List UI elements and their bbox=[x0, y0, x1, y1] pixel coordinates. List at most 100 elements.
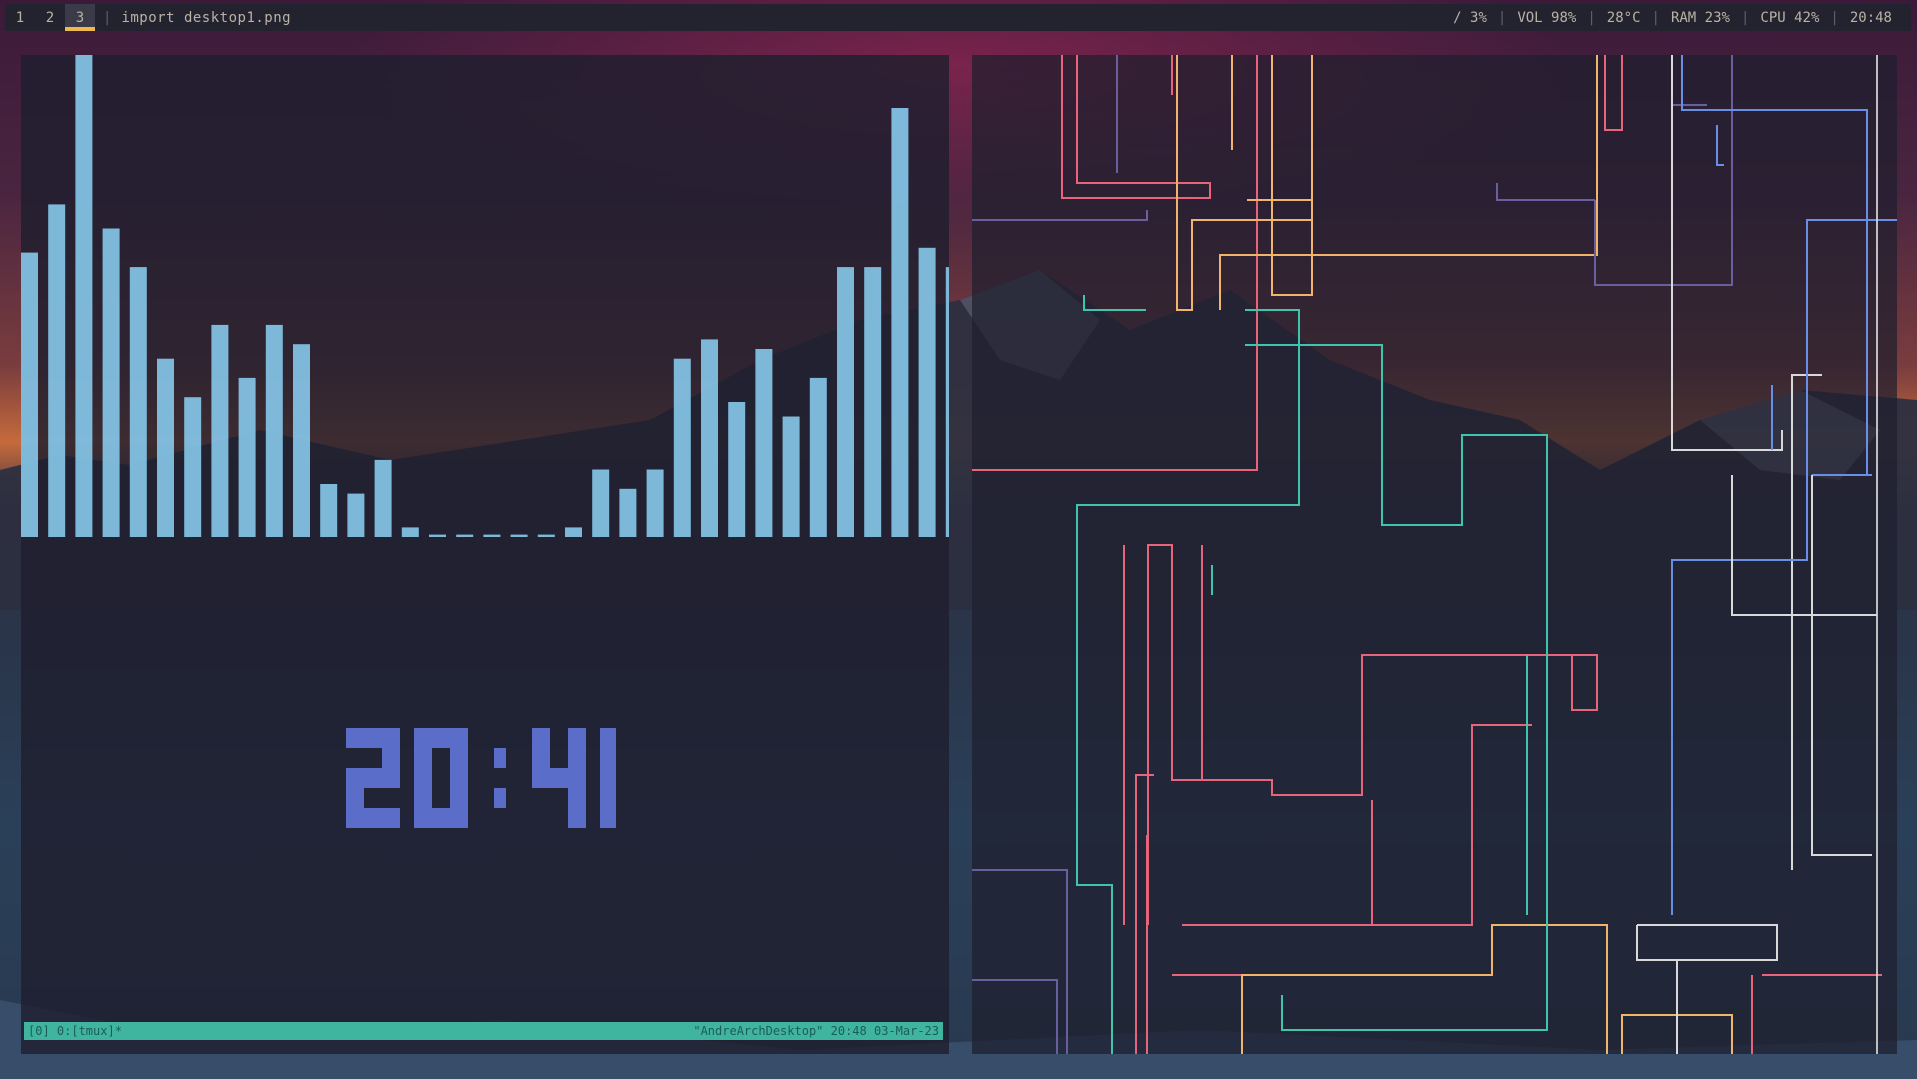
clock-pixel bbox=[568, 788, 586, 808]
window-title: import desktop1.png bbox=[121, 9, 292, 26]
clock-pixel bbox=[450, 748, 468, 768]
visualizer-bar bbox=[184, 397, 202, 537]
visualizer-bar bbox=[673, 358, 691, 537]
cpu-indicator: CPU 42% bbox=[1760, 9, 1820, 26]
visualizer-bar bbox=[891, 108, 909, 537]
workspace-label: 2 bbox=[45, 9, 55, 26]
visualizer-bar bbox=[592, 469, 610, 537]
visualizer-bar bbox=[837, 267, 854, 537]
clock-pixel bbox=[364, 768, 382, 788]
separator: | bbox=[1651, 9, 1660, 26]
volume-indicator[interactable]: VOL 98% bbox=[1506, 10, 1587, 26]
pipe bbox=[1671, 219, 1897, 915]
visualizer-bar bbox=[347, 493, 365, 537]
pipe bbox=[972, 55, 1258, 471]
disk-usage: / 3% bbox=[1453, 9, 1487, 26]
separator: | bbox=[1830, 9, 1839, 26]
clock-pixel bbox=[382, 748, 400, 768]
pipe bbox=[1135, 774, 1154, 1054]
clock-pixel bbox=[364, 728, 382, 748]
visualizer-bar bbox=[456, 534, 474, 537]
clock-pixel bbox=[450, 808, 468, 828]
clock-pixel bbox=[450, 788, 468, 808]
visualizer-bar bbox=[510, 534, 528, 537]
workspace-1[interactable]: 1 bbox=[5, 4, 35, 31]
clock-pixel bbox=[432, 728, 450, 748]
pipe bbox=[1271, 55, 1313, 296]
visualizer-bar bbox=[129, 267, 147, 537]
workspace-label: 1 bbox=[15, 9, 25, 26]
tmux-session-info: [0] 0:[tmux]* bbox=[28, 1024, 122, 1038]
visualizer-bar bbox=[945, 267, 949, 537]
visualizer-bar bbox=[782, 416, 800, 537]
pipes-screensaver bbox=[972, 55, 1897, 1054]
visualizer-bar bbox=[48, 204, 66, 537]
clock-pixel bbox=[346, 808, 364, 828]
visualizer-bar bbox=[429, 534, 446, 537]
visualizer-bar bbox=[646, 469, 664, 537]
clock-pixel bbox=[364, 808, 382, 828]
pipe bbox=[972, 869, 1068, 1054]
clock-pixel bbox=[450, 728, 468, 748]
pipe bbox=[1219, 55, 1598, 310]
separator: | bbox=[103, 9, 112, 26]
visualizer-bar bbox=[864, 267, 882, 537]
visualizer-bar bbox=[701, 339, 718, 537]
clock-pixel bbox=[414, 748, 432, 768]
clock-pixel bbox=[568, 808, 586, 828]
pipe bbox=[1671, 55, 1783, 451]
tmux-status-bar: [0] 0:[tmux]* "AndreArchDesktop" 20:48 0… bbox=[24, 1022, 943, 1040]
tmux-host-time: "AndreArchDesktop" 20:48 03-Mar-23 bbox=[693, 1024, 939, 1038]
pipe bbox=[1076, 309, 1300, 1054]
visualizer-bar bbox=[238, 377, 256, 537]
clock-pixel bbox=[550, 768, 568, 788]
visualizer-bar bbox=[809, 377, 827, 537]
visualizer-bar bbox=[401, 527, 419, 537]
pipe bbox=[1716, 125, 1724, 166]
clock-pixel bbox=[414, 728, 432, 748]
visualizer-bar bbox=[755, 349, 773, 537]
clock-pixel bbox=[414, 768, 432, 788]
clock-pixel bbox=[600, 748, 616, 768]
clock-pixel bbox=[494, 788, 506, 808]
visualizer-bar bbox=[483, 534, 501, 537]
pipe bbox=[972, 210, 1148, 221]
separator: | bbox=[1587, 9, 1596, 26]
visualizer-bar bbox=[21, 252, 38, 537]
pipe bbox=[1496, 183, 1595, 201]
clock-pixel bbox=[568, 728, 586, 748]
clock-pixel bbox=[568, 748, 586, 768]
visualizer-bar bbox=[537, 534, 555, 537]
clock-pixel bbox=[382, 728, 400, 748]
clock-pixel bbox=[568, 768, 586, 788]
visualizer-bar bbox=[619, 488, 637, 537]
temperature-indicator: 28°C bbox=[1606, 9, 1641, 26]
ram-indicator: RAM 23% bbox=[1670, 9, 1730, 26]
pipe bbox=[1731, 475, 1877, 616]
clock-pixel bbox=[532, 728, 550, 748]
pipe bbox=[1241, 924, 1608, 1054]
visualizer-bar bbox=[102, 228, 120, 537]
workspace-2[interactable]: 2 bbox=[35, 4, 65, 31]
visualizer-bar bbox=[374, 459, 392, 537]
clock-pixel bbox=[532, 748, 550, 768]
system-status: / 3% | VOL 98% | 28°C | RAM 23% | CPU 42% | 2… bbox=[1442, 10, 1911, 26]
pipe bbox=[1245, 344, 1548, 1031]
workspace-3[interactable]: 3 bbox=[65, 4, 95, 31]
visualizer-bar bbox=[211, 324, 229, 537]
visualizer-bar bbox=[918, 247, 936, 537]
visualizer-bar bbox=[565, 527, 582, 537]
visualizer-bar bbox=[293, 344, 310, 537]
visualizer-bar bbox=[157, 358, 174, 537]
visualizer-bar bbox=[265, 324, 283, 537]
clock-pixel bbox=[600, 768, 616, 788]
clock-pixel bbox=[382, 768, 400, 788]
clock-pixel bbox=[346, 768, 364, 788]
pipe bbox=[1604, 55, 1623, 131]
separator: | bbox=[1740, 9, 1750, 26]
pipe bbox=[1811, 475, 1872, 856]
pipe bbox=[1061, 55, 1211, 199]
clock-pixel bbox=[600, 728, 616, 748]
audio-visualizer bbox=[21, 55, 949, 537]
clock-pixel bbox=[346, 788, 364, 808]
